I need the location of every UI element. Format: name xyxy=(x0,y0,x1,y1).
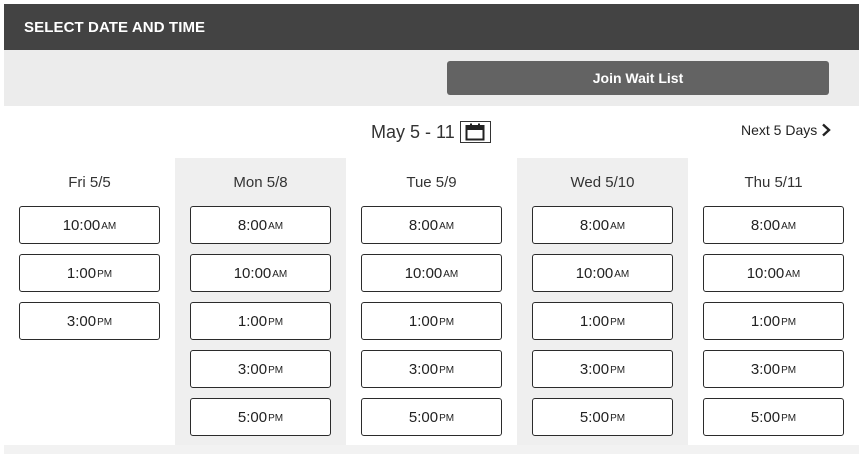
time-slot-time: 5:00 xyxy=(750,408,781,426)
time-slot-button[interactable]: 3:00 PM xyxy=(190,350,331,388)
time-slot-ampm: PM xyxy=(439,316,455,328)
time-slot-time: 10:00 xyxy=(404,264,443,282)
time-slot-button[interactable]: 3:00 PM xyxy=(361,350,502,388)
page-header: SELECT DATE AND TIME xyxy=(4,4,859,50)
time-slot-ampm: PM xyxy=(781,364,797,376)
time-slot-ampm: PM xyxy=(610,316,626,328)
time-slot-ampm: AM xyxy=(610,220,626,232)
time-slot-ampm: AM xyxy=(614,268,630,280)
day-label: Mon 5/8 xyxy=(233,173,288,191)
waitlist-bar: Join Wait List xyxy=(4,50,859,106)
time-slot-button[interactable]: 8:00 AM xyxy=(532,206,673,244)
time-slot-time: 3:00 xyxy=(579,360,610,378)
time-slot-ampm: PM xyxy=(268,316,284,328)
time-slot-ampm: PM xyxy=(610,412,626,424)
time-slot-time: 10:00 xyxy=(233,264,272,282)
time-slot-ampm: PM xyxy=(610,364,626,376)
time-slot-button[interactable]: 3:00 PM xyxy=(532,350,673,388)
time-slot-button[interactable]: 5:00 PM xyxy=(532,398,673,436)
time-slot-ampm: PM xyxy=(97,268,113,280)
time-slot-button[interactable]: 5:00 PM xyxy=(361,398,502,436)
time-slot-time: 10:00 xyxy=(746,264,785,282)
calendar-icon[interactable] xyxy=(459,121,491,143)
time-slot-ampm: PM xyxy=(781,412,797,424)
next-5-days-link[interactable]: Next 5 Days xyxy=(741,120,832,140)
day-column: Thu 5/11 8:00 AM 10:00 AM 1:00 PM 3:00 PM 5:00 PM xyxy=(688,158,859,446)
day-label: Fri 5/5 xyxy=(68,173,111,191)
date-range-label: May 5 - 11 xyxy=(371,121,455,142)
time-slot-time: 1:00 xyxy=(408,312,439,330)
time-slot-time: 1:00 xyxy=(750,312,781,330)
time-slot-button[interactable]: 3:00 PM xyxy=(703,350,844,388)
time-slot-time: 8:00 xyxy=(579,216,610,234)
time-slot-button[interactable]: 10:00 AM xyxy=(532,254,673,292)
day-column: Mon 5/8 8:00 AM 10:00 AM 1:00 PM 3:00 PM 5:00 PM xyxy=(175,158,346,446)
bottom-divider xyxy=(4,445,859,454)
time-slot-ampm: AM xyxy=(781,220,797,232)
time-slot-button[interactable]: 1:00 PM xyxy=(19,254,160,292)
time-slot-time: 10:00 xyxy=(575,264,614,282)
day-label: Tue 5/9 xyxy=(406,173,457,191)
time-slot-button[interactable]: 1:00 PM xyxy=(703,302,844,340)
time-slot-ampm: PM xyxy=(439,364,455,376)
time-slot-ampm: PM xyxy=(439,412,455,424)
time-slot-time: 1:00 xyxy=(237,312,268,330)
time-slot-time: 5:00 xyxy=(237,408,268,426)
time-slot-ampm: PM xyxy=(268,412,284,424)
time-slot-ampm: AM xyxy=(443,268,459,280)
time-slot-ampm: AM xyxy=(439,220,455,232)
day-column: Wed 5/10 8:00 AM 10:00 AM 1:00 PM 3:00 PM 5:00 PM xyxy=(517,158,688,446)
time-slot-time: 3:00 xyxy=(237,360,268,378)
time-slot-button[interactable]: 1:00 PM xyxy=(361,302,502,340)
time-slot-ampm: PM xyxy=(97,316,113,328)
time-slot-button[interactable]: 10:00 AM xyxy=(190,254,331,292)
time-slot-time: 8:00 xyxy=(750,216,781,234)
time-slot-button[interactable]: 3:00 PM xyxy=(19,302,160,340)
time-slot-ampm: AM xyxy=(268,220,284,232)
day-column: Fri 5/5 10:00 AM 1:00 PM 3:00 PM xyxy=(4,158,175,350)
time-slot-ampm: AM xyxy=(785,268,801,280)
time-slot-button[interactable]: 10:00 AM xyxy=(703,254,844,292)
day-column: Tue 5/9 8:00 AM 10:00 AM 1:00 PM 3:00 PM 5:00 PM xyxy=(346,158,517,446)
time-slot-time: 10:00 xyxy=(62,216,101,234)
time-slot-button[interactable]: 1:00 PM xyxy=(190,302,331,340)
time-slot-time: 3:00 xyxy=(66,312,97,330)
time-slot-button[interactable]: 1:00 PM xyxy=(532,302,673,340)
time-slot-button[interactable]: 8:00 AM xyxy=(361,206,502,244)
time-slot-time: 3:00 xyxy=(408,360,439,378)
time-slot-button[interactable]: 10:00 AM xyxy=(19,206,160,244)
time-slot-time: 8:00 xyxy=(237,216,268,234)
time-slot-button[interactable]: 5:00 PM xyxy=(703,398,844,436)
time-slot-button[interactable]: 8:00 AM xyxy=(190,206,331,244)
day-label: Thu 5/11 xyxy=(744,173,803,191)
time-slot-button[interactable]: 5:00 PM xyxy=(190,398,331,436)
chevron-right-icon xyxy=(822,123,832,137)
date-range: May 5 - 11 xyxy=(371,120,491,144)
time-slot-time: 1:00 xyxy=(579,312,610,330)
time-slot-ampm: AM xyxy=(272,268,288,280)
day-label: Wed 5/10 xyxy=(570,173,635,191)
time-slot-time: 8:00 xyxy=(408,216,439,234)
join-wait-list-button[interactable]: Join Wait List xyxy=(447,61,829,95)
date-range-row: May 5 - 11 Next 5 Days xyxy=(4,106,859,158)
next-5-days-label: Next 5 Days xyxy=(741,122,818,138)
time-slot-ampm: PM xyxy=(781,316,797,328)
page-title: SELECT DATE AND TIME xyxy=(24,18,206,36)
time-slot-ampm: PM xyxy=(268,364,284,376)
time-slot-button[interactable]: 8:00 AM xyxy=(703,206,844,244)
time-slot-time: 3:00 xyxy=(750,360,781,378)
time-slot-time: 5:00 xyxy=(579,408,610,426)
time-slot-button[interactable]: 10:00 AM xyxy=(361,254,502,292)
time-slot-time: 5:00 xyxy=(408,408,439,426)
time-slot-time: 1:00 xyxy=(66,264,97,282)
time-slot-ampm: AM xyxy=(101,220,117,232)
